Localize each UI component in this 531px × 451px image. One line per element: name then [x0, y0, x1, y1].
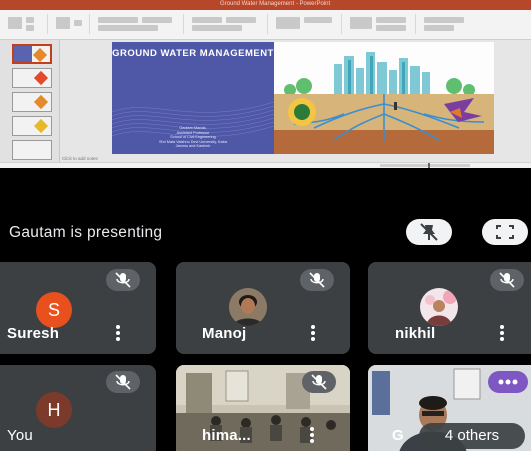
- mic-off-indicator: [490, 269, 524, 291]
- participant-name: G: [392, 427, 404, 444]
- participant-tile[interactable]: hima...: [176, 365, 350, 451]
- groundwater-illustration: [274, 52, 494, 154]
- speaking-indicator: [488, 371, 528, 393]
- slide-thumbnail[interactable]: [12, 68, 52, 88]
- slide-title: GROUND WATER MANAGEMENT: [112, 48, 274, 59]
- current-slide: GROUND WATER MANAGEMENT Gautam Manda, As…: [112, 42, 494, 154]
- zoom-slider[interactable]: [380, 163, 470, 168]
- slide-thumbnail-pane[interactable]: [0, 40, 60, 162]
- slide-thumbnail[interactable]: [12, 92, 52, 112]
- mic-off-indicator: [106, 371, 140, 393]
- avatar: S: [36, 292, 72, 328]
- unpin-button[interactable]: [406, 219, 452, 245]
- mic-off-icon: [499, 272, 515, 288]
- participant-tile[interactable]: H You: [0, 365, 156, 451]
- more-options-icon[interactable]: [116, 325, 120, 341]
- participant-name: hima...: [202, 427, 251, 444]
- presenting-status: Gautam is presenting: [9, 224, 163, 241]
- mic-off-icon: [115, 272, 131, 288]
- slide-illustration: [274, 42, 494, 154]
- window-title: Ground Water Management - PowerPoint: [220, 1, 331, 7]
- avatar: H: [36, 392, 72, 428]
- more-options-icon[interactable]: [310, 427, 314, 443]
- participant-name: Manoj: [202, 325, 247, 342]
- fullscreen-button[interactable]: [482, 219, 528, 245]
- avatar: [229, 288, 267, 326]
- powerpoint-status-bar: [0, 162, 531, 168]
- powerpoint-ribbon: [0, 10, 531, 40]
- slide-credits: Gautam Manda, Assistant Professor School…: [116, 126, 270, 149]
- participant-name: You: [7, 427, 33, 444]
- shared-presentation: Ground Water Management - PowerPoint GRO…: [0, 0, 531, 168]
- notes-placeholder[interactable]: Click to add notes: [62, 156, 98, 161]
- audio-wave-icon: [498, 379, 518, 385]
- mic-off-indicator: [302, 371, 336, 393]
- participant-tile[interactable]: Manoj: [176, 262, 350, 354]
- others-chip[interactable]: 4 others: [419, 423, 525, 449]
- unpin-icon: [420, 223, 438, 241]
- participant-name: Suresh: [7, 325, 60, 342]
- university-logo: [288, 98, 316, 126]
- slide-thumbnail[interactable]: [12, 140, 52, 160]
- more-options-icon[interactable]: [500, 325, 504, 341]
- more-options-icon[interactable]: [311, 325, 315, 341]
- mic-off-icon: [311, 374, 327, 390]
- participant-tile[interactable]: S Suresh: [0, 262, 156, 354]
- credit-line: Jammu and Kashmir: [175, 144, 211, 149]
- mic-off-indicator: [106, 269, 140, 291]
- mic-off-indicator: [300, 269, 334, 291]
- participant-name: nikhil: [395, 325, 436, 342]
- fullscreen-icon: [496, 225, 514, 239]
- mic-off-icon: [309, 272, 325, 288]
- slide-thumbnail[interactable]: [12, 44, 52, 64]
- powerpoint-titlebar: Ground Water Management - PowerPoint: [0, 0, 531, 10]
- slide-title-panel: GROUND WATER MANAGEMENT Gautam Manda, As…: [112, 42, 274, 154]
- participant-tile[interactable]: nikhil: [368, 262, 531, 354]
- avatar: [420, 288, 458, 326]
- mic-off-icon: [115, 374, 131, 390]
- slide-thumbnail[interactable]: [12, 116, 52, 136]
